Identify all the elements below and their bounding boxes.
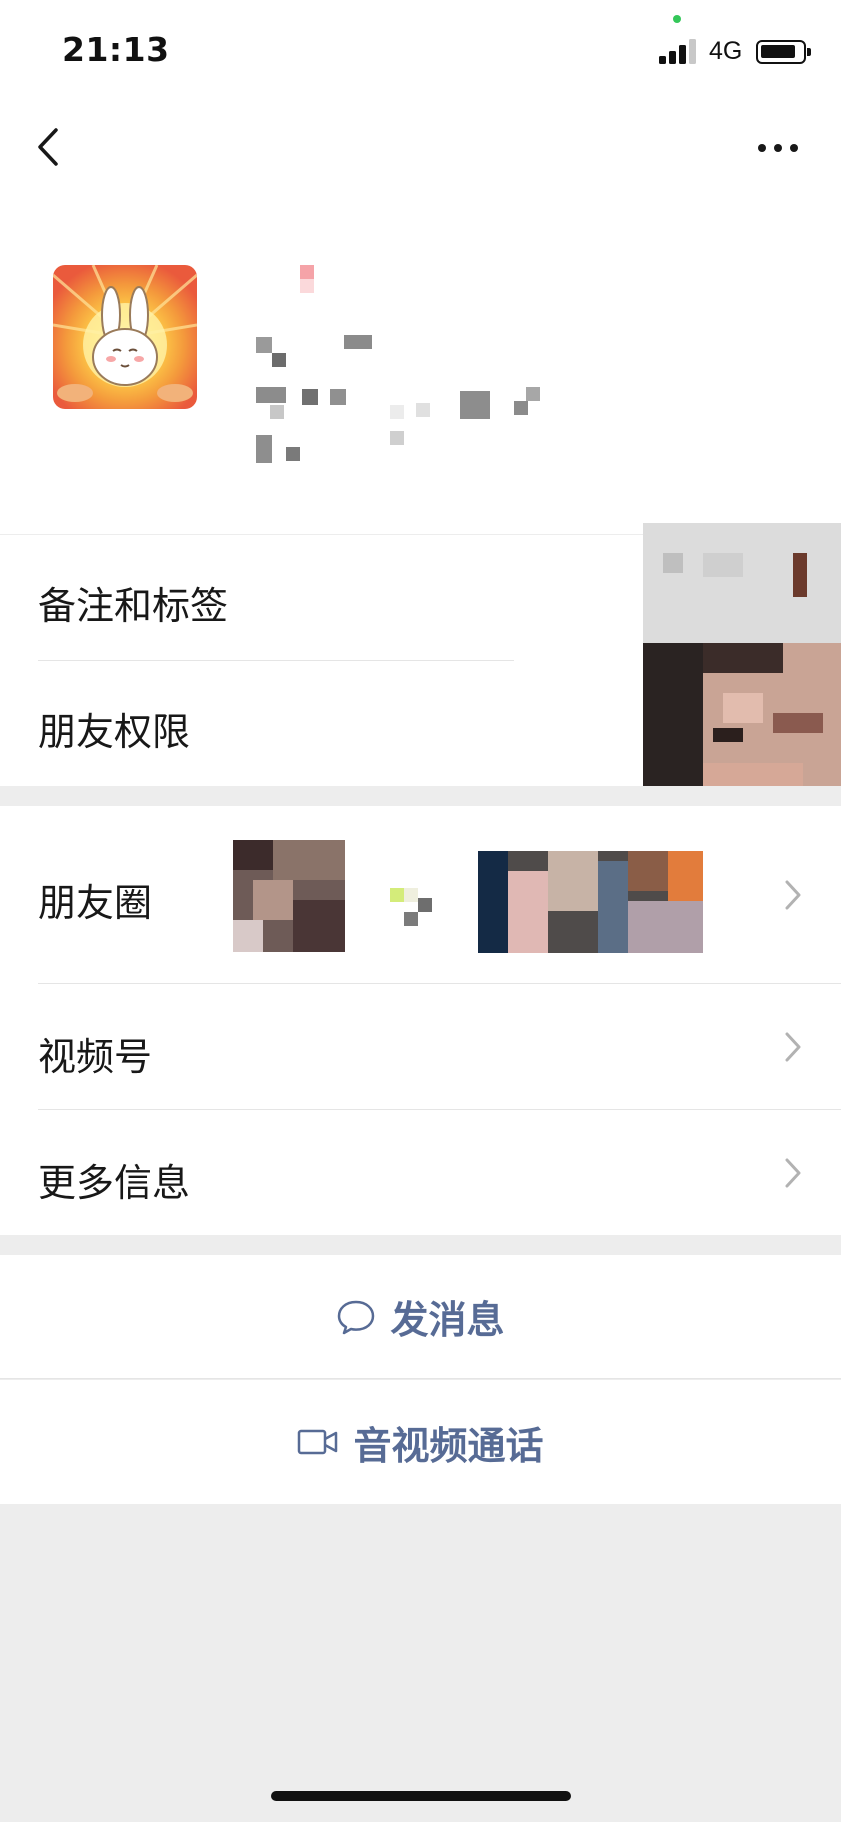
chevron-left-icon [38,128,58,166]
floating-video-thumbnail[interactable] [643,523,841,823]
avatar[interactable] [53,265,197,409]
status-time: 21:13 [62,30,170,69]
moments-photo-2 [386,880,434,928]
moments-row[interactable]: 朋友圈 [0,806,841,984]
profile-header [0,200,841,536]
send-message-button[interactable]: 发消息 [0,1255,841,1379]
row-label: 朋友圈 [38,881,153,925]
video-camera-icon [298,1429,338,1455]
rabbit-avatar-image [53,265,197,402]
row-label: 更多信息 [38,1161,191,1205]
section-gap [0,1235,841,1255]
nav-bar [0,100,841,200]
video-call-label: 音视频通话 [353,1423,544,1468]
section-gap [0,786,841,806]
more-info-row[interactable]: 更多信息 [0,1110,841,1235]
more-options-button[interactable] [750,126,810,170]
row-label: 视频号 [38,1035,153,1079]
home-indicator[interactable] [271,1791,571,1801]
mic-indicator-dot [673,15,681,23]
row-label: 备注和标签 [38,584,229,628]
video-call-button[interactable]: 音视频通话 [0,1380,841,1504]
more-dots-icon [758,144,798,152]
network-type: 4G [709,37,743,65]
moments-photo-3 [478,851,703,953]
signal-icon [659,38,701,64]
status-bar: 21:13 4G [0,0,841,100]
battery-icon [756,40,811,64]
chevron-right-icon [785,880,801,910]
send-message-label: 发消息 [390,1298,505,1342]
moments-photo-1 [233,840,345,952]
chat-bubble-icon [338,1300,375,1334]
chevron-right-icon [785,1158,801,1188]
channels-row[interactable]: 视频号 [0,984,841,1110]
chevron-right-icon [785,1032,801,1062]
back-button[interactable] [30,122,70,172]
pixelated-profile-info [250,265,570,465]
row-label: 朋友权限 [38,710,191,754]
